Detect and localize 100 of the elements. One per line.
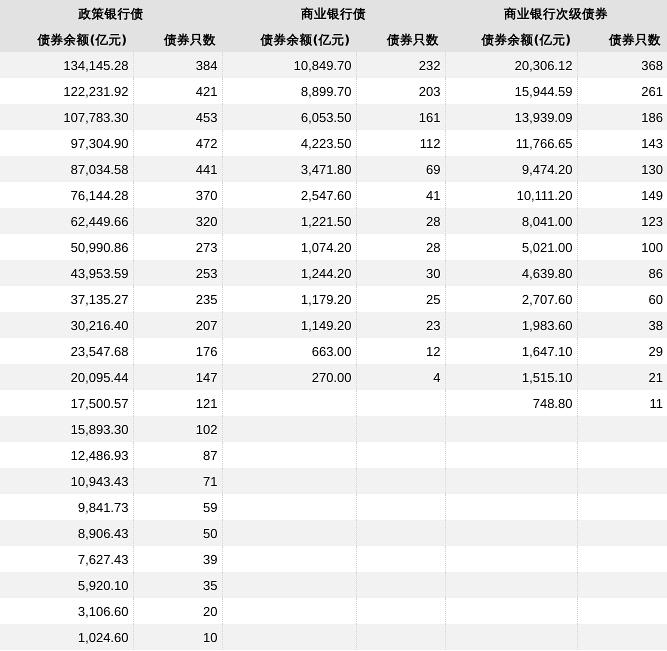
table-cell: 38 <box>577 312 667 338</box>
table-cell: 143 <box>577 130 667 156</box>
table-cell: 8,041.00 <box>445 208 577 234</box>
table-cell: 25 <box>356 286 445 312</box>
table-cell: 12,486.93 <box>0 442 133 468</box>
table-cell: 20,306.12 <box>445 52 577 78</box>
table-cell: 41 <box>356 182 445 208</box>
column-header: 债券余额(亿元) <box>222 28 356 52</box>
group-header: 商业银行债 <box>222 0 445 28</box>
table-cell: 23,547.68 <box>0 338 133 364</box>
table-cell: 122,231.92 <box>0 78 133 104</box>
table-cell: 87,034.58 <box>0 156 133 182</box>
table-cell: 20 <box>133 598 222 624</box>
table-cell: 87 <box>133 442 222 468</box>
table-cell: 186 <box>577 104 667 130</box>
table-cell: 8,899.70 <box>222 78 356 104</box>
table-cell: 17,500.57 <box>0 390 133 416</box>
column-header: 债券只数 <box>133 28 222 52</box>
table-cell: 12 <box>356 338 445 364</box>
table-cell: 441 <box>133 156 222 182</box>
table-cell: 1,149.20 <box>222 312 356 338</box>
table-cell: 1,179.20 <box>222 286 356 312</box>
table-cell: 86 <box>577 260 667 286</box>
table-cell: 15,944.59 <box>445 78 577 104</box>
table-cell: 11 <box>577 390 667 416</box>
table-cell: 2,547.60 <box>222 182 356 208</box>
table-cell: 30 <box>356 260 445 286</box>
table-cell: 472 <box>133 130 222 156</box>
table-cell: 1,983.60 <box>445 312 577 338</box>
table-cell: 30,216.40 <box>0 312 133 338</box>
table-cell: 253 <box>133 260 222 286</box>
table-cell: 43,953.59 <box>0 260 133 286</box>
table-cell: 134,145.28 <box>0 52 133 78</box>
table-cell: 161 <box>356 104 445 130</box>
table-cell: 37,135.27 <box>0 286 133 312</box>
table-cell: 320 <box>133 208 222 234</box>
table-cell: 147 <box>133 364 222 390</box>
table-cell: 4 <box>356 364 445 390</box>
table-cell: 370 <box>133 182 222 208</box>
table-cell: 130 <box>577 156 667 182</box>
table-cell: 149 <box>577 182 667 208</box>
table-cell: 4,639.80 <box>445 260 577 286</box>
table-cell: 384 <box>133 52 222 78</box>
table-cell: 21 <box>577 364 667 390</box>
group-header: 商业银行次级债券 <box>445 0 667 28</box>
table-cell: 8,906.43 <box>0 520 133 546</box>
table-cell: 1,024.60 <box>0 624 133 650</box>
table-cell: 2,707.60 <box>445 286 577 312</box>
table-cell: 28 <box>356 208 445 234</box>
table-cell: 10,943.43 <box>0 468 133 494</box>
table-cell: 28 <box>356 234 445 260</box>
table-cell: 11,766.65 <box>445 130 577 156</box>
table-cell: 50 <box>133 520 222 546</box>
table-cell: 207 <box>133 312 222 338</box>
table-cell: 71 <box>133 468 222 494</box>
table-cell: 1,074.20 <box>222 234 356 260</box>
table-cell: 13,939.09 <box>445 104 577 130</box>
table-cell: 121 <box>133 390 222 416</box>
table-cell: 69 <box>356 156 445 182</box>
table-cell: 368 <box>577 52 667 78</box>
table-cell: 1,515.10 <box>445 364 577 390</box>
table-cell: 176 <box>133 338 222 364</box>
table-cell: 107,783.30 <box>0 104 133 130</box>
table-cell: 1,647.10 <box>445 338 577 364</box>
table-cell: 9,474.20 <box>445 156 577 182</box>
table-cell: 3,471.80 <box>222 156 356 182</box>
table-cell: 10 <box>133 624 222 650</box>
column-header: 债券只数 <box>356 28 445 52</box>
table-cell: 5,021.00 <box>445 234 577 260</box>
table-cell: 1,221.50 <box>222 208 356 234</box>
table-cell: 6,053.50 <box>222 104 356 130</box>
table-cell: 102 <box>133 416 222 442</box>
table-cell: 7,627.43 <box>0 546 133 572</box>
table-cell: 20,095.44 <box>0 364 133 390</box>
table-cell: 23 <box>356 312 445 338</box>
table-cell: 76,144.28 <box>0 182 133 208</box>
table-cell: 5,920.10 <box>0 572 133 598</box>
table-cell: 29 <box>577 338 667 364</box>
table-cell: 453 <box>133 104 222 130</box>
column-header: 债券只数 <box>577 28 667 52</box>
table-cell: 35 <box>133 572 222 598</box>
table-cell: 62,449.66 <box>0 208 133 234</box>
table-cell: 748.80 <box>445 390 577 416</box>
table-cell: 261 <box>577 78 667 104</box>
group-header: 政策银行债 <box>0 0 222 28</box>
table-cell: 235 <box>133 286 222 312</box>
table-cell: 663.00 <box>222 338 356 364</box>
table-cell: 1,244.20 <box>222 260 356 286</box>
table-cell: 3,106.60 <box>0 598 133 624</box>
table-cell: 270.00 <box>222 364 356 390</box>
table-cell: 9,841.73 <box>0 494 133 520</box>
table-cell: 59 <box>133 494 222 520</box>
table-cell: 50,990.86 <box>0 234 133 260</box>
table-cell: 123 <box>577 208 667 234</box>
table-cell: 60 <box>577 286 667 312</box>
column-header: 债券余额(亿元) <box>0 28 133 52</box>
table-cell: 232 <box>356 52 445 78</box>
table-cell: 112 <box>356 130 445 156</box>
table-cell: 97,304.90 <box>0 130 133 156</box>
table-cell: 10,849.70 <box>222 52 356 78</box>
